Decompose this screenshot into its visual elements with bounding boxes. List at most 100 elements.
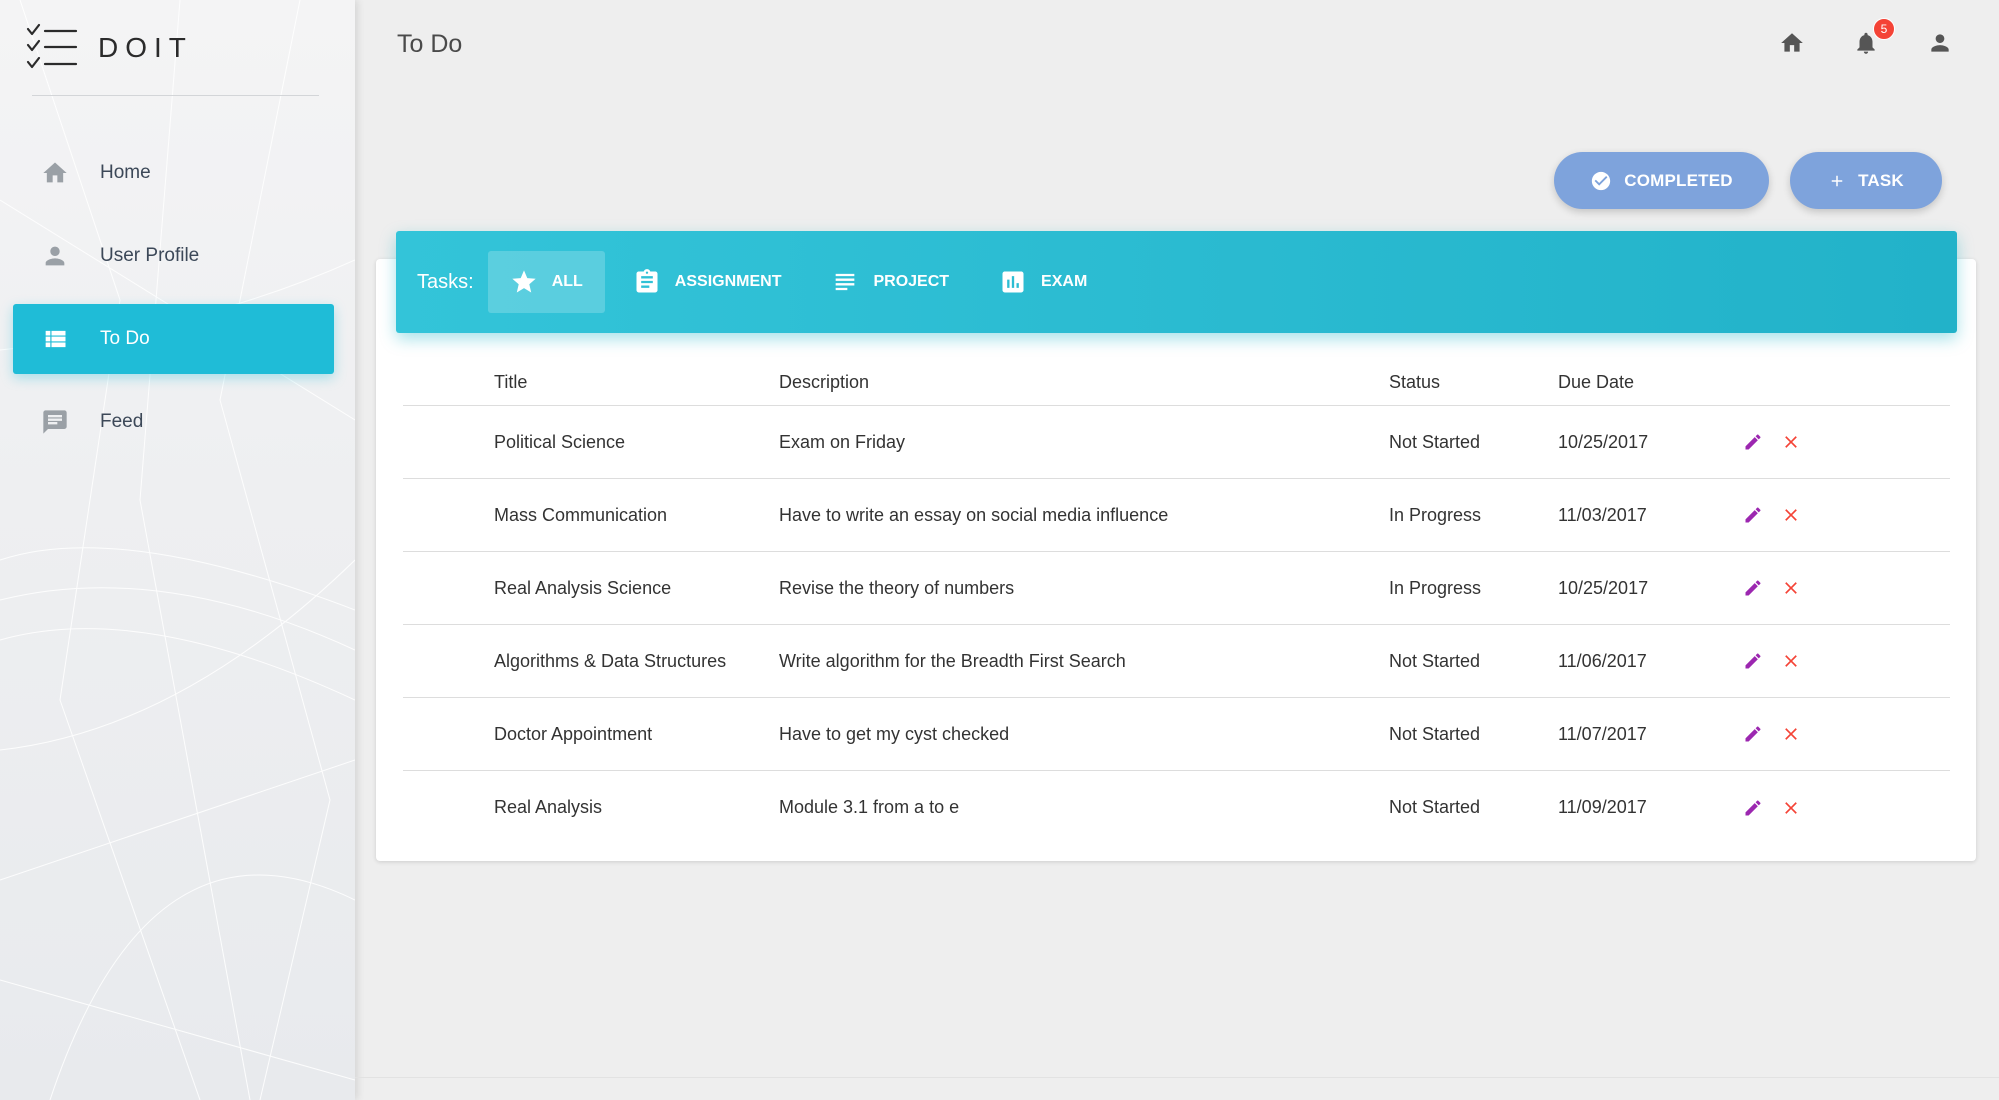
task-description: Write algorithm for the Breadth First Se… (779, 650, 1126, 671)
edit-button[interactable] (1743, 578, 1763, 598)
assignment-icon (633, 268, 661, 296)
page-title: To Do (397, 30, 463, 58)
sidebar-item-label: To Do (100, 328, 150, 349)
task-description: Module 3.1 from a to e (779, 797, 960, 817)
table-row: Algorithms & Data Structures Write algor… (403, 625, 1950, 698)
sidebar-item-to-do[interactable]: To Do (13, 304, 334, 374)
task-status: Not Started (1389, 431, 1481, 452)
edit-button[interactable] (1743, 724, 1763, 744)
tab-label: ALL (551, 273, 583, 290)
pencil-icon (1745, 653, 1761, 669)
feed-icon (40, 407, 70, 437)
table-row: Doctor Appointment Have to get my cyst c… (403, 698, 1950, 771)
completed-button-label: COMPLETED (1624, 170, 1733, 190)
divider (32, 95, 319, 96)
task-description: Have to write an essay on social media i… (779, 504, 1169, 525)
sidebar-item-label: Home (100, 162, 151, 183)
check-circle-icon (1590, 170, 1612, 192)
tab-label: ASSIGNMENT (674, 273, 782, 290)
table-header-row: Title Description Status Due Date (403, 360, 1950, 406)
pencil-icon (1745, 507, 1761, 523)
column-header-due-date[interactable]: Due Date (1558, 372, 1743, 393)
task-status: In Progress (1389, 504, 1482, 525)
task-title: Real Analysis Science (494, 577, 672, 598)
row-actions (1743, 578, 1801, 598)
column-header-status[interactable]: Status (1389, 372, 1558, 393)
person-icon (1931, 34, 1949, 52)
sidebar: DOIT Home User Profile To Do Feed (0, 0, 355, 1100)
tasks-label: Tasks: (417, 270, 474, 293)
delete-button[interactable] (1781, 578, 1801, 598)
task-due-date: 11/07/2017 (1558, 723, 1647, 744)
home-button[interactable] (1777, 28, 1807, 58)
tab-all[interactable]: ALL (487, 251, 605, 313)
completed-button[interactable]: COMPLETED (1554, 152, 1769, 209)
task-title: Political Science (494, 431, 626, 452)
task-title: Doctor Appointment (494, 723, 653, 744)
task-status: Not Started (1389, 797, 1481, 817)
edit-button[interactable] (1743, 798, 1763, 818)
close-icon (1785, 582, 1797, 594)
list-icon (40, 324, 70, 354)
pencil-icon (1745, 434, 1761, 450)
edit-button[interactable] (1743, 651, 1763, 671)
column-header-title[interactable]: Title (403, 372, 779, 393)
add-task-button[interactable]: TASK (1790, 152, 1942, 209)
task-due-date: 11/03/2017 (1558, 504, 1647, 525)
tasks-filter-bar: Tasks: ALL ASSIGNMENT PROJECT EXAM (396, 231, 1957, 333)
sidebar-item-user-profile[interactable]: User Profile (13, 221, 334, 291)
column-header-description[interactable]: Description (779, 372, 1389, 393)
app-name: DOIT (98, 32, 193, 63)
pencil-icon (1745, 580, 1761, 596)
delete-button[interactable] (1781, 651, 1801, 671)
row-actions (1743, 798, 1801, 818)
plus-icon (1828, 172, 1846, 190)
task-description: Revise the theory of numbers (779, 577, 1015, 598)
task-title: Algorithms & Data Structures (494, 650, 727, 671)
task-due-date: 10/25/2017 (1558, 431, 1649, 452)
row-actions (1743, 724, 1801, 744)
tab-exam[interactable]: EXAM (977, 251, 1109, 313)
home-icon (1781, 33, 1803, 52)
home-icon (40, 158, 70, 188)
task-description: Have to get my cyst checked (779, 723, 1010, 744)
table-row: Real Analysis Module 3.1 from a to e Not… (403, 771, 1950, 844)
app-logo[interactable]: DOIT (26, 18, 326, 78)
account-button[interactable] (1925, 28, 1955, 58)
delete-button[interactable] (1781, 432, 1801, 452)
tab-assignment[interactable]: ASSIGNMENT (611, 251, 804, 313)
sidebar-item-home[interactable]: Home (13, 138, 334, 208)
row-actions (1743, 505, 1801, 525)
top-navbar-icons: 5 (1777, 18, 1955, 58)
sidebar-item-label: Feed (100, 411, 144, 432)
pencil-icon (1745, 799, 1761, 815)
edit-button[interactable] (1743, 505, 1763, 525)
task-status: Not Started (1389, 650, 1481, 671)
table-row: Political Science Exam on Friday Not Sta… (403, 406, 1950, 479)
delete-button[interactable] (1781, 724, 1801, 744)
edit-button[interactable] (1743, 432, 1763, 452)
tasks-table: Title Description Status Due Date Politi… (403, 360, 1950, 844)
table-row: Real Analysis Science Revise the theory … (403, 552, 1950, 625)
task-status: Not Started (1389, 723, 1481, 744)
tab-label: EXAM (1041, 273, 1088, 290)
sidebar-item-feed[interactable]: Feed (13, 387, 334, 457)
pencil-icon (1745, 726, 1761, 742)
close-icon (1785, 655, 1797, 667)
task-due-date: 11/06/2017 (1558, 650, 1647, 671)
delete-button[interactable] (1781, 798, 1801, 818)
delete-button[interactable] (1781, 505, 1801, 525)
task-due-date: 10/25/2017 (1558, 577, 1649, 598)
chart-icon (999, 268, 1027, 296)
table-row: Mass Communication Have to write an essa… (403, 479, 1950, 552)
tab-project[interactable]: PROJECT (809, 251, 971, 313)
task-title: Mass Communication (494, 504, 668, 525)
subject-icon (831, 268, 859, 296)
notification-badge: 5 (1873, 18, 1895, 40)
row-actions (1743, 651, 1801, 671)
footer-divider (355, 1077, 1999, 1078)
task-description: Exam on Friday (779, 431, 906, 452)
close-icon (1785, 436, 1797, 448)
notifications-button[interactable]: 5 (1851, 18, 1895, 58)
checklist-icon (26, 23, 78, 69)
